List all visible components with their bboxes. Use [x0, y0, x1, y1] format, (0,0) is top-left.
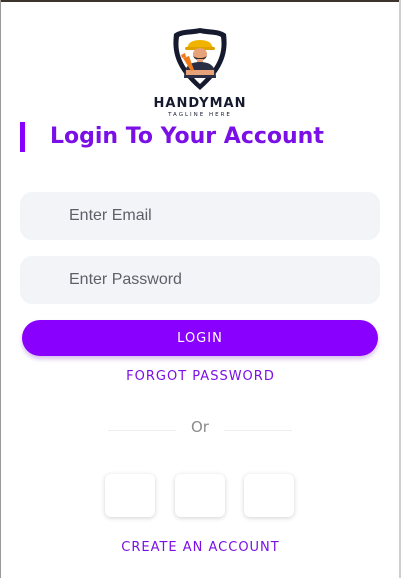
- left-border: [0, 0, 1, 578]
- email-input[interactable]: [20, 192, 380, 240]
- brand-tagline: TAGLINE HERE: [168, 112, 232, 118]
- top-border: [0, 0, 401, 2]
- forgot-password-link[interactable]: FORGOT PASSWORD: [0, 369, 401, 384]
- social-login-button-3[interactable]: [244, 474, 294, 517]
- divider-line-right: [224, 430, 292, 431]
- handyman-logo: HANDYMAN TAGLINE HERE: [150, 26, 250, 122]
- page-title: Login To Your Account: [50, 124, 324, 149]
- create-account-link[interactable]: CREATE AN ACCOUNT: [0, 540, 401, 555]
- password-input[interactable]: [20, 256, 380, 304]
- title-accent-bar: [20, 122, 25, 152]
- social-login-button-1[interactable]: [105, 474, 155, 517]
- or-divider: Or: [108, 418, 292, 438]
- handyman-shield-logo-icon: [173, 28, 227, 90]
- or-label: Or: [191, 418, 209, 436]
- brand-name: HANDYMAN: [153, 96, 247, 111]
- social-login-button-2[interactable]: [175, 474, 225, 517]
- login-button[interactable]: LOGIN: [22, 320, 378, 356]
